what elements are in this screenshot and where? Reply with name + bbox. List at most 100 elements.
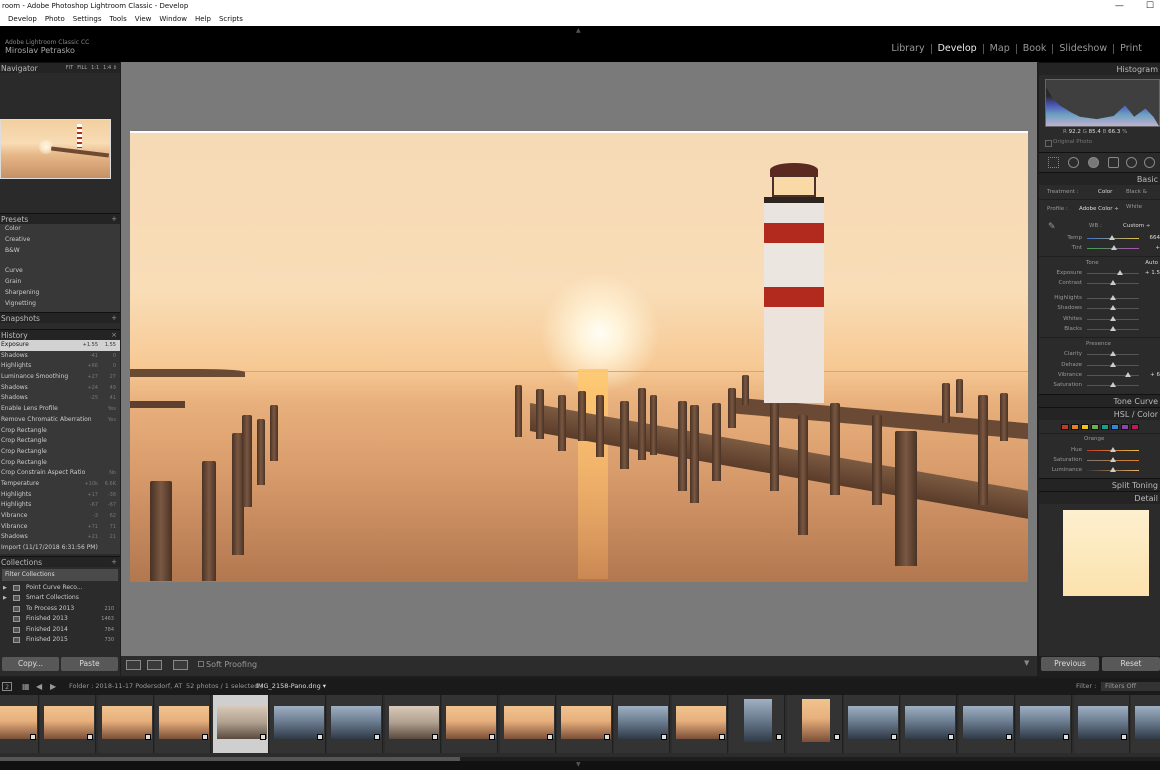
original-photo-checkbox[interactable]: Original Photo [1039, 137, 1160, 148]
clarity-knob[interactable] [1110, 351, 1116, 357]
history-item[interactable]: Remove Chromatic Aberration Yes [0, 415, 120, 426]
dehaze-knob[interactable] [1110, 361, 1116, 367]
history-item[interactable]: Vibrance +71 71 [0, 522, 120, 533]
previous-button[interactable]: Previous [1041, 657, 1099, 671]
preset-group[interactable]: Creative [0, 235, 120, 246]
collection-item[interactable]: Finished 2015 730 [0, 635, 120, 646]
collection-item[interactable]: ▶ Smart Collections [0, 593, 120, 604]
grid-view-icon[interactable]: ▦ [22, 678, 30, 695]
tint-slider[interactable]: Tint + [1039, 243, 1160, 253]
preset-group[interactable]: Curve [0, 266, 120, 277]
menu-develop[interactable]: Develop [8, 13, 37, 26]
preset-group[interactable]: Color [0, 224, 120, 235]
disclosure-arrow-icon[interactable]: ▶ [3, 583, 7, 594]
navigator-header[interactable]: Navigator FIT FILL 1:1 1:4 ⇕ [0, 62, 120, 73]
history-item[interactable]: Shadows -41 0 [0, 351, 120, 362]
saturation-slider[interactable]: Saturation [1039, 380, 1160, 390]
histogram-chart[interactable] [1045, 79, 1160, 127]
preset-group[interactable]: Grain [0, 277, 120, 288]
history-item[interactable]: Luminance Smoothing +27 27 [0, 372, 120, 383]
vibrance-knob[interactable] [1125, 371, 1131, 377]
menu-photo[interactable]: Photo [45, 13, 65, 26]
navigator-preview[interactable] [0, 73, 120, 213]
wb-eyedropper-icon[interactable]: ✎ [1048, 220, 1056, 234]
contrast-slider[interactable]: Contrast [1039, 278, 1160, 288]
shadows-knob[interactable] [1110, 305, 1116, 311]
filmstrip-cell[interactable] [786, 695, 843, 753]
hsl-swatch[interactable] [1091, 423, 1099, 430]
back-arrow-icon[interactable]: ◀ [36, 678, 42, 695]
menu-view[interactable]: View [135, 13, 152, 26]
saturation-knob[interactable] [1110, 382, 1116, 388]
snapshots-header[interactable]: Snapshots + [0, 312, 120, 323]
history-item[interactable]: Shadows +21 21 [0, 532, 120, 543]
temp-value[interactable]: 664 [1150, 233, 1160, 243]
history-item[interactable]: Vibrance -3 62 [0, 511, 120, 522]
filmstrip-cell[interactable] [729, 695, 786, 753]
filmstrip-cell[interactable] [901, 695, 958, 753]
selected-file[interactable]: IMG_2158-Pano.dng ▾ [256, 678, 326, 695]
history-item[interactable]: Crop Rectangle [0, 447, 120, 458]
split-toning-header[interactable]: Split Toning [1039, 478, 1160, 492]
navigator-thumbnail[interactable] [0, 119, 111, 179]
filmstrip-cell[interactable] [327, 695, 384, 753]
filmstrip-cell[interactable] [384, 695, 441, 753]
menu-window[interactable]: Window [159, 13, 187, 26]
module-book[interactable]: Book [1017, 44, 1054, 54]
menu-settings[interactable]: Settings [73, 13, 102, 26]
disclosure-arrow-icon[interactable]: ▶ [3, 593, 7, 604]
module-print[interactable]: Print [1114, 44, 1148, 54]
filmstrip-cell[interactable] [97, 695, 154, 753]
filmstrip-toggle-icon[interactable]: ▼ [576, 761, 581, 768]
basic-header[interactable]: Basic [1039, 172, 1160, 185]
history-item[interactable]: Shadows +24 49 [0, 383, 120, 394]
adjustment-brush-icon[interactable] [1144, 157, 1155, 168]
history-item[interactable]: Highlights -67 -67 [0, 500, 120, 511]
loupe-view-icon[interactable] [126, 660, 141, 670]
add-collection-icon[interactable]: + [111, 557, 117, 568]
filmstrip-cell[interactable] [40, 695, 97, 753]
preset-group[interactable]: Sharpening [0, 288, 120, 299]
vibrance-slider[interactable]: Vibrance + 6 [1039, 370, 1160, 380]
contrast-knob[interactable] [1110, 279, 1116, 285]
filmstrip-cell[interactable] [557, 695, 613, 753]
preset-group[interactable]: B&W [0, 246, 120, 257]
hsl-header[interactable]: HSL / Color [1039, 406, 1160, 420]
crop-tool-icon[interactable] [1048, 157, 1059, 168]
hsl-swatch[interactable] [1121, 423, 1129, 430]
folder-source[interactable]: Folder : 2018-11-17 Podersdorf, AT [69, 678, 182, 695]
toolbar-menu-icon[interactable]: ▼ [1024, 659, 1029, 667]
filter-collections-field[interactable]: Filter Collections [2, 568, 118, 581]
temp-knob[interactable] [1109, 235, 1115, 240]
graduated-filter-icon[interactable] [1108, 157, 1119, 168]
highlights-slider[interactable]: Highlights [1039, 293, 1160, 303]
history-item[interactable]: Temperature +10k 6.6K [0, 479, 120, 490]
history-item[interactable]: Highlights +66 0 [0, 361, 120, 372]
filmstrip-cell[interactable] [958, 695, 1015, 753]
detail-preview[interactable] [1063, 510, 1149, 597]
soft-proofing-checkbox[interactable] [198, 661, 204, 667]
before-after-icon[interactable] [147, 660, 162, 670]
copy-button[interactable]: Copy... [2, 657, 59, 671]
presets-header[interactable]: Presets + [0, 213, 120, 224]
module-develop[interactable]: Develop [932, 44, 984, 54]
add-snapshot-icon[interactable]: + [111, 313, 117, 324]
histogram-header[interactable]: Histogram [1039, 62, 1160, 75]
history-item[interactable]: Import (11/17/2018 6:31:56 PM) [0, 543, 120, 554]
tone-curve-header[interactable]: Tone Curve [1039, 393, 1160, 407]
treatment-color[interactable]: Color [1098, 185, 1112, 200]
filmstrip-cell[interactable] [499, 695, 556, 753]
exposure-knob[interactable] [1117, 269, 1123, 275]
collection-item[interactable]: Finished 2013 1463 [0, 614, 120, 625]
filmstrip-cell[interactable] [212, 695, 269, 753]
filmstrip-cell[interactable] [1131, 695, 1160, 753]
top-panel-toggle-icon[interactable]: ▲ [576, 27, 581, 34]
module-slideshow[interactable]: Slideshow [1053, 44, 1115, 54]
hsl-hue-slider[interactable]: Hue [1039, 445, 1160, 455]
filmstrip-cell[interactable] [1016, 695, 1073, 753]
history-item[interactable]: Highlights +17 -36 [0, 490, 120, 501]
detail-header[interactable]: Detail [1039, 491, 1160, 505]
hsl-swatch[interactable] [1071, 423, 1079, 430]
radial-filter-icon[interactable] [1126, 157, 1137, 168]
yy-compare-icon[interactable] [173, 660, 188, 670]
